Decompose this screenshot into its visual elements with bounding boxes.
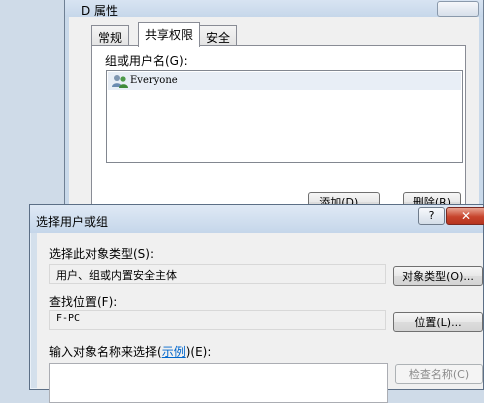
tab-security[interactable]: 安全 — [199, 25, 238, 46]
list-item[interactable]: Everyone — [108, 72, 461, 90]
select-dialog-body: 选择此对象类型(S): 用户、组或内置安全主体 对象类型(O)... 查找位置(… — [37, 233, 483, 403]
user-list[interactable]: Everyone — [106, 70, 463, 163]
names-label-prefix: 输入对象名称来选择( — [49, 345, 162, 359]
properties-window: D 属性 常规 共享权限 安全 组或用户名(G): Everyone 添加(D)… — [64, 0, 484, 235]
select-dialog-title: 选择用户或组 — [36, 215, 109, 229]
help-button[interactable]: ? — [418, 207, 445, 225]
select-dialog-titlebar[interactable]: 选择用户或组 ? ✕ — [30, 205, 484, 233]
group-users-label: 组或用户名(G): — [105, 54, 188, 68]
properties-close-button[interactable] — [437, 1, 479, 17]
object-type-label: 选择此对象类型(S): — [49, 247, 155, 261]
object-types-button[interactable]: 对象类型(O)... — [393, 266, 483, 286]
locations-button[interactable]: 位置(L)... — [393, 312, 483, 332]
object-names-input[interactable] — [49, 363, 388, 403]
properties-titlebar[interactable]: D 属性 — [65, 0, 483, 18]
location-field: F-PC — [49, 310, 386, 330]
properties-body: 常规 共享权限 安全 组或用户名(G): Everyone 添加(D)... 删… — [71, 17, 477, 235]
tab-share-permissions[interactable]: 共享权限 — [138, 22, 201, 47]
names-label-suffix: )(E): — [185, 345, 212, 359]
names-label: 输入对象名称来选择(示例)(E): — [49, 343, 211, 360]
object-type-field: 用户、组或内置安全主体 — [49, 264, 386, 284]
user-everyone: Everyone — [130, 75, 178, 86]
users-group-icon — [112, 75, 128, 88]
check-names-button[interactable]: 检查名称(C) — [395, 364, 483, 384]
examples-link[interactable]: 示例 — [162, 345, 186, 359]
close-button[interactable]: ✕ — [446, 207, 484, 225]
select-users-dialog: 选择用户或组 ? ✕ 选择此对象类型(S): 用户、组或内置安全主体 对象类型(… — [29, 204, 484, 403]
tab-general[interactable]: 常规 — [91, 25, 130, 46]
location-label: 查找位置(F): — [49, 295, 118, 309]
